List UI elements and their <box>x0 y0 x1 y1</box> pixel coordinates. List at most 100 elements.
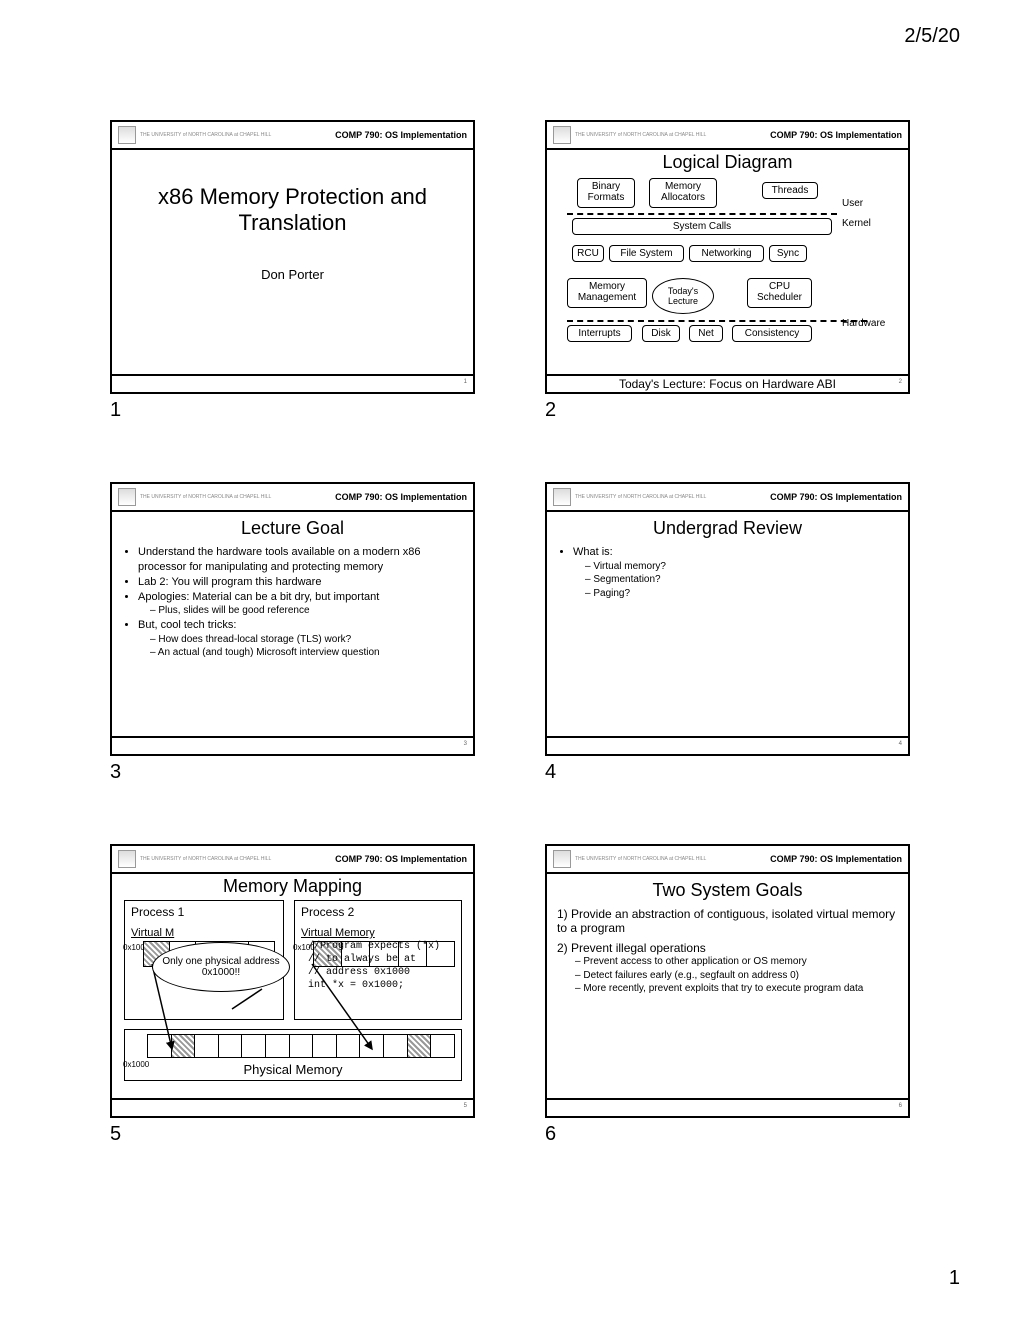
sub-bullet: Segmentation? <box>585 573 898 587</box>
goal-1: 1) Provide an abstraction of contiguous,… <box>557 907 898 935</box>
slide-index-1: 1 <box>110 399 475 422</box>
slide-footer: 6 <box>547 1098 908 1116</box>
bullet: Apologies: Material can be a bit dry, bu… <box>138 590 463 618</box>
slide-cell-2: THE UNIVERSITY of NORTH CAROLINA at CHAP… <box>545 120 910 422</box>
university-name: THE UNIVERSITY of NORTH CAROLINA at CHAP… <box>575 133 770 138</box>
box-sync: Sync <box>769 245 807 262</box>
course-label: COMP 790: OS Implementation <box>770 130 902 140</box>
bullet: But, cool tech tricks: How does thread-l… <box>138 618 463 660</box>
university-logo-icon <box>553 488 571 506</box>
slide-title: x86 Memory Protection and Translation <box>122 184 463 237</box>
sub-bullet: An actual (and tough) Microsoft intervie… <box>150 646 463 660</box>
university-name: THE UNIVERSITY of NORTH CAROLINA at CHAP… <box>575 857 770 862</box>
sub-bullet: Virtual memory? <box>585 560 898 574</box>
footer-text: Today's Lecture: Focus on Hardware ABI <box>547 377 908 391</box>
box-memory-allocators: Memory Allocators <box>649 178 717 208</box>
sub-bullet: – Detect failures early (e.g., segfault … <box>575 969 898 983</box>
slide-title: Two System Goals <box>557 880 898 901</box>
university-logo-icon <box>553 126 571 144</box>
slide-cell-1: THE UNIVERSITY of NORTH CAROLINA at CHAP… <box>110 120 475 422</box>
bullet: Lab 2: You will program this hardware <box>138 575 463 590</box>
slide-cell-3: THE UNIVERSITY of NORTH CAROLINA at CHAP… <box>110 482 475 784</box>
slide-footer: Today's Lecture: Focus on Hardware ABI 2 <box>547 374 908 392</box>
box-memory-management: Memory Management <box>567 278 647 308</box>
slide-header: THE UNIVERSITY of NORTH CAROLINA at CHAP… <box>547 846 908 874</box>
box-cpu-scheduler: CPU Scheduler <box>747 278 812 308</box>
university-name: THE UNIVERSITY of NORTH CAROLINA at CHAP… <box>140 133 335 138</box>
label-kernel: Kernel <box>842 218 871 229</box>
slide-2: THE UNIVERSITY of NORTH CAROLINA at CHAP… <box>545 120 910 394</box>
slide-5: THE UNIVERSITY of NORTH CAROLINA at CHAP… <box>110 844 475 1118</box>
slide-header: THE UNIVERSITY of NORTH CAROLINA at CHAP… <box>112 122 473 150</box>
slide-title: Undergrad Review <box>557 518 898 539</box>
handout-page: 2/5/20 1 THE UNIVERSITY of NORTH CAROLIN… <box>0 0 1020 1320</box>
slide-cell-5: THE UNIVERSITY of NORTH CAROLINA at CHAP… <box>110 844 475 1146</box>
goal-2: 2) Prevent illegal operations <box>557 941 898 955</box>
bullet: Understand the hardware tools available … <box>138 545 463 575</box>
label-user: User <box>842 198 863 209</box>
box-threads: Threads <box>762 182 818 199</box>
sub-bullet: Plus, slides will be good reference <box>150 604 463 618</box>
footer-slide-num: 1 <box>464 379 467 385</box>
oval-todays-lecture: Today's Lecture <box>652 278 714 314</box>
slide-index-5: 5 <box>110 1123 475 1146</box>
slide-cell-4: THE UNIVERSITY of NORTH CAROLINA at CHAP… <box>545 482 910 784</box>
box-consistency: Consistency <box>732 325 812 342</box>
box-disk: Disk <box>642 325 680 342</box>
footer-slide-num: 3 <box>464 741 467 747</box>
slide-4: THE UNIVERSITY of NORTH CAROLINA at CHAP… <box>545 482 910 756</box>
university-name: THE UNIVERSITY of NORTH CAROLINA at CHAP… <box>575 495 770 500</box>
author: Don Porter <box>122 267 463 282</box>
box-net: Net <box>689 325 723 342</box>
slide-index-6: 6 <box>545 1123 910 1146</box>
slide-header: THE UNIVERSITY of NORTH CAROLINA at CHAP… <box>547 122 908 150</box>
university-name: THE UNIVERSITY of NORTH CAROLINA at CHAP… <box>140 857 335 862</box>
slide-index-2: 2 <box>545 399 910 422</box>
university-logo-icon <box>118 126 136 144</box>
slide-title: Lecture Goal <box>122 518 463 539</box>
box-rcu: RCU <box>572 245 604 262</box>
footer-slide-num: 6 <box>899 1103 902 1109</box>
slide-footer: 5 <box>112 1098 473 1116</box>
university-logo-icon <box>118 850 136 868</box>
footer-slide-num: 4 <box>899 741 902 747</box>
slide-header: THE UNIVERSITY of NORTH CAROLINA at CHAP… <box>547 484 908 512</box>
sub-bullet: Paging? <box>585 587 898 601</box>
sub-bullet: – More recently, prevent exploits that t… <box>575 982 898 996</box>
sub-bullet: How does thread-local storage (TLS) work… <box>150 633 463 647</box>
box-file-system: File System <box>609 245 684 262</box>
box-networking: Networking <box>689 245 764 262</box>
slide-index-3: 3 <box>110 761 475 784</box>
slide-footer: 4 <box>547 736 908 754</box>
course-label: COMP 790: OS Implementation <box>335 492 467 502</box>
bullet-list: Understand the hardware tools available … <box>122 545 463 660</box>
slide-cell-6: THE UNIVERSITY of NORTH CAROLINA at CHAP… <box>545 844 910 1146</box>
date-header: 2/5/20 <box>904 25 960 48</box>
course-label: COMP 790: OS Implementation <box>335 854 467 864</box>
course-label: COMP 790: OS Implementation <box>770 854 902 864</box>
page-number: 1 <box>949 1267 960 1290</box>
slide-body: x86 Memory Protection and Translation Do… <box>112 150 473 374</box>
slide-title: Logical Diagram <box>547 152 908 173</box>
slide-footer: 3 <box>112 736 473 754</box>
sub-bullet: – Prevent access to other application or… <box>575 955 898 969</box>
bullet: What is: Virtual memory? Segmentation? P… <box>573 545 898 600</box>
box-system-calls: System Calls <box>572 218 832 235</box>
university-logo-icon <box>118 488 136 506</box>
slide-6: THE UNIVERSITY of NORTH CAROLINA at CHAP… <box>545 844 910 1118</box>
slides-grid: THE UNIVERSITY of NORTH CAROLINA at CHAP… <box>110 120 910 1146</box>
footer-slide-num: 2 <box>899 379 902 385</box>
callout-bubble: Only one physical address 0x1000!! <box>152 942 290 992</box>
code-snippet: //Program expects (*x) // to always be a… <box>308 940 440 992</box>
slide-body: Undergrad Review What is: Virtual memory… <box>547 512 908 736</box>
slide-header: THE UNIVERSITY of NORTH CAROLINA at CHAP… <box>112 846 473 874</box>
slide-body: Two System Goals 1) Provide an abstracti… <box>547 874 908 1098</box>
slide-footer: 1 <box>112 374 473 392</box>
university-logo-icon <box>553 850 571 868</box>
slide-index-4: 4 <box>545 761 910 784</box>
course-label: COMP 790: OS Implementation <box>770 492 902 502</box>
slide-1: THE UNIVERSITY of NORTH CAROLINA at CHAP… <box>110 120 475 394</box>
course-label: COMP 790: OS Implementation <box>335 130 467 140</box>
slide-body: Logical Diagram Binary Formats Memory Al… <box>547 150 908 374</box>
slide-body: Lecture Goal Understand the hardware too… <box>112 512 473 736</box>
